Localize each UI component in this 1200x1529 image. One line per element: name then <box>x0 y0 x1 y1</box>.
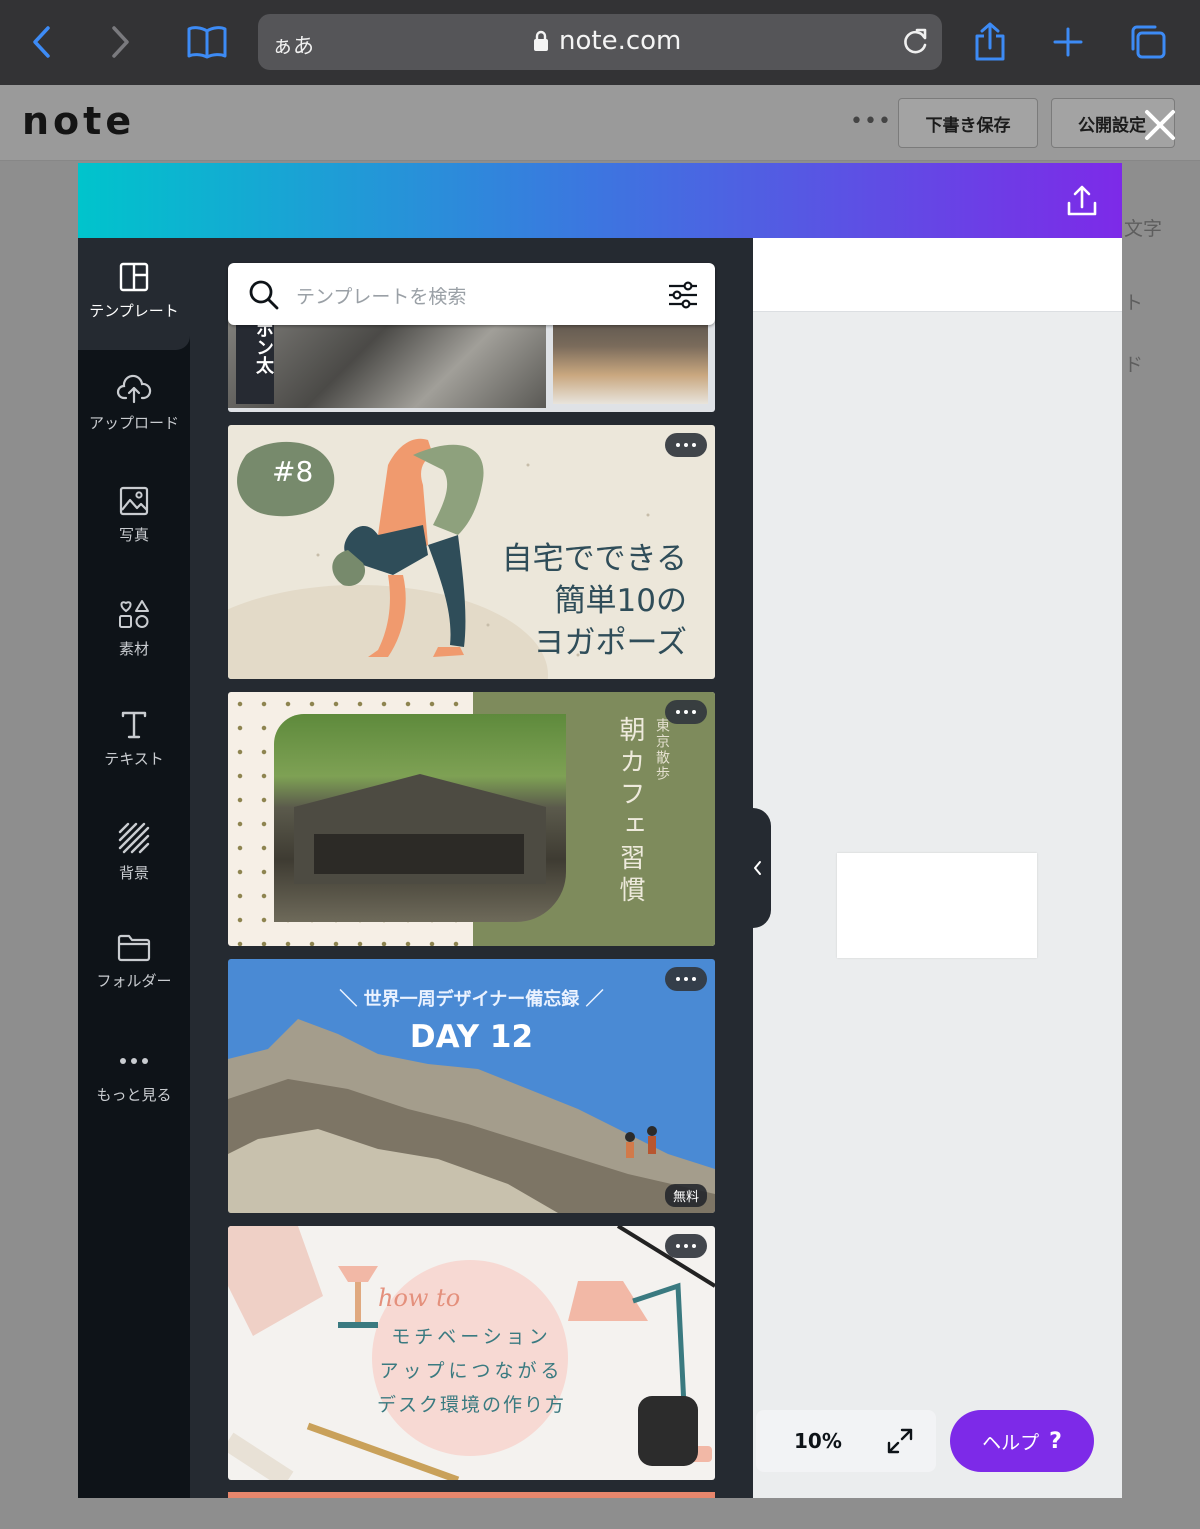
text-icon <box>121 711 147 739</box>
nav-elements[interactable]: 素材 <box>78 574 190 686</box>
folder-icon <box>117 934 151 962</box>
nav-label: 背景 <box>118 864 149 882</box>
template-line: 簡単10の <box>554 583 687 619</box>
canvas-header-strip <box>753 238 1122 312</box>
lock-icon <box>534 30 548 51</box>
nav-folders[interactable]: フォルダー <box>78 910 190 1022</box>
template-line: ヨガポーズ <box>533 625 687 661</box>
canva-editor: テンプレート アップロード 写真 素材 テキスト 背景 フォルダー もっと見る <box>78 163 1122 1498</box>
canva-side-nav: テンプレート アップロード 写真 素材 テキスト 背景 フォルダー もっと見る <box>78 238 190 1498</box>
template-line: モチベーション <box>391 1326 552 1348</box>
next-template-edge <box>228 1492 715 1498</box>
nav-label: テンプレート <box>89 302 179 320</box>
forward-arrow-icon[interactable] <box>106 18 136 66</box>
template-card-cafe[interactable]: 朝カフェ習慣 東京散歩 <box>228 692 715 946</box>
background-text: 文字 <box>1124 218 1163 240</box>
elements-icon <box>119 600 149 628</box>
more-options-icon[interactable]: ••• <box>850 109 892 134</box>
template-line: 自宅でできる <box>501 541 687 577</box>
tabs-overview-icon[interactable] <box>1128 18 1168 66</box>
nav-text[interactable]: テキスト <box>78 686 190 798</box>
filter-sliders-icon[interactable] <box>667 279 699 315</box>
template-more-button[interactable] <box>665 700 707 724</box>
reload-icon[interactable] <box>900 26 930 62</box>
design-page[interactable] <box>837 853 1037 958</box>
nav-label: 写真 <box>118 526 149 544</box>
template-more-button[interactable] <box>665 433 707 457</box>
back-arrow-icon[interactable] <box>26 18 56 66</box>
chevron-left-icon <box>754 861 761 875</box>
bookmarks-book-icon[interactable] <box>184 18 230 66</box>
template-line: アップにつながる <box>379 1360 564 1382</box>
more-icon <box>120 1058 148 1064</box>
export-upload-icon[interactable] <box>1064 183 1100 219</box>
nav-uploads[interactable]: アップロード <box>78 350 190 462</box>
note-header: note ••• 下書き保存 公開設定 <box>0 85 1200 161</box>
browser-toolbar: ぁあ note.com <box>0 0 1200 85</box>
nav-more[interactable]: もっと見る <box>78 1022 190 1134</box>
new-tab-plus-icon[interactable] <box>1050 18 1086 66</box>
fullscreen-expand-icon[interactable] <box>886 1427 914 1460</box>
free-badge: 無料 <box>664 1184 707 1207</box>
desk-illustration <box>228 1226 715 1480</box>
save-draft-button[interactable]: 下書き保存 <box>898 98 1038 148</box>
search-placeholder: テンプレートを検索 <box>296 286 467 308</box>
background-text: ド <box>1124 354 1144 376</box>
template-more-button[interactable] <box>665 967 707 991</box>
template-day: DAY 12 <box>409 1019 534 1055</box>
cloud-upload-icon <box>116 374 152 404</box>
nav-background[interactable]: 背景 <box>78 798 190 910</box>
template-search-input[interactable]: テンプレートを検索 <box>228 263 715 325</box>
help-button[interactable]: ヘルプ ? <box>950 1410 1094 1472</box>
canva-topbar <box>78 163 1122 238</box>
note-logo[interactable]: note <box>22 99 135 143</box>
nav-label: テキスト <box>104 750 164 768</box>
template-card-yoga[interactable]: #8 自宅でできる 簡単10の ヨガポーズ <box>228 425 715 679</box>
template-card-desk[interactable]: how to モチベーション アップにつながる デスク環境の作り方 <box>228 1226 715 1480</box>
cafe-photo <box>274 714 566 922</box>
template-line: デスク環境の作り方 <box>376 1394 566 1416</box>
zoom-control[interactable]: 10% <box>756 1410 936 1472</box>
nav-label: フォルダー <box>96 972 172 990</box>
template-badge: #8 <box>272 455 314 488</box>
template-header: ＼ 世界一周デザイナー備忘録 ／ <box>339 989 604 1010</box>
template-icon <box>119 262 149 292</box>
background-pattern-icon <box>118 822 150 854</box>
url-field[interactable]: ぁあ note.com <box>258 14 942 70</box>
zoom-level: 10% <box>794 1429 842 1453</box>
help-label: ヘルプ <box>982 1431 1040 1454</box>
question-mark-icon: ? <box>1049 1428 1062 1454</box>
url-host-text: note.com <box>559 26 682 56</box>
nav-label: 素材 <box>118 640 149 658</box>
template-card-climb[interactable]: ＼ 世界一周デザイナー備忘録 ／ DAY 12 無料 <box>228 959 715 1213</box>
close-icon[interactable] <box>1140 105 1180 145</box>
photo-icon <box>119 486 149 516</box>
collapse-panel-button[interactable] <box>753 808 771 928</box>
template-more-button[interactable] <box>665 1234 707 1258</box>
template-script: how to <box>378 1284 461 1312</box>
share-icon[interactable] <box>970 18 1010 66</box>
template-subtitle: 東京散歩 <box>654 718 670 782</box>
template-panel: テンプレートを検索 ポン太 #8 自宅でできる 簡単10の ヨガポーズ 朝カフェ… <box>190 238 753 1498</box>
search-icon <box>248 279 280 315</box>
nav-templates[interactable]: テンプレート <box>78 238 190 350</box>
nav-label: もっと見る <box>96 1086 172 1104</box>
text-size-button[interactable]: ぁあ <box>272 30 314 60</box>
url-host: note.com <box>533 26 681 56</box>
nav-label: アップロード <box>88 414 179 432</box>
template-title: 朝カフェ習慣 <box>615 716 645 908</box>
nav-photos[interactable]: 写真 <box>78 462 190 574</box>
background-text: ト <box>1124 292 1144 314</box>
